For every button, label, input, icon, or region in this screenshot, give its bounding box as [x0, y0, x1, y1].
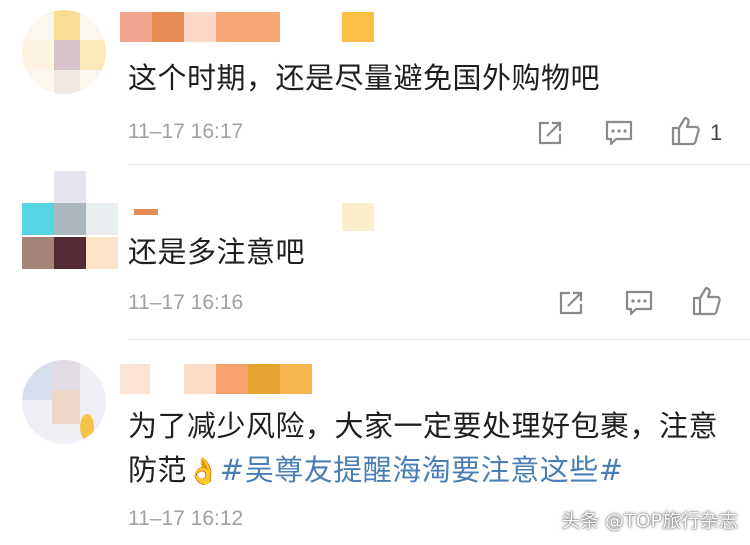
badge-mosaic — [342, 12, 374, 42]
username-mosaic[interactable] — [120, 364, 312, 394]
comment-2: 还是多注意吧 11–17 16:16 — [0, 165, 750, 340]
hashtag-link[interactable]: #吴尊友提醒海淘要注意这些# — [220, 453, 624, 487]
avatar[interactable] — [22, 10, 106, 94]
comment-icon[interactable] — [622, 286, 656, 320]
comment-1: 这个时期，还是尽量避免国外购物吧 11–17 16:17 1 — [0, 0, 750, 165]
like-count: 1 — [710, 120, 723, 145]
comment-text: 为了减少风险，大家一定要处理好包裹，注意防范👌#吴尊友提醒海淘要注意这些# — [128, 404, 724, 494]
badge-mosaic — [342, 203, 374, 231]
comment-time: 11–17 16:17 — [128, 120, 244, 143]
comment-icon[interactable] — [602, 116, 636, 150]
like-icon[interactable] — [690, 284, 724, 318]
like-icon[interactable] — [669, 114, 703, 148]
comment-time: 11–17 16:12 — [128, 507, 244, 530]
ok-hand-emoji: 👌 — [187, 457, 220, 487]
username-mosaic[interactable] — [134, 209, 158, 215]
watermark: 头条 @TOP旅行杂志 — [560, 510, 738, 532]
comment-text: 还是多注意吧 — [128, 235, 306, 269]
avatar[interactable] — [22, 360, 106, 444]
comment-time: 11–17 16:16 — [128, 291, 244, 314]
username-mosaic[interactable] — [120, 12, 280, 42]
share-icon[interactable] — [554, 286, 588, 320]
share-icon[interactable] — [533, 116, 567, 150]
comment-text: 这个时期，还是尽量避免国外购物吧 — [128, 61, 601, 95]
avatar[interactable] — [22, 171, 118, 269]
